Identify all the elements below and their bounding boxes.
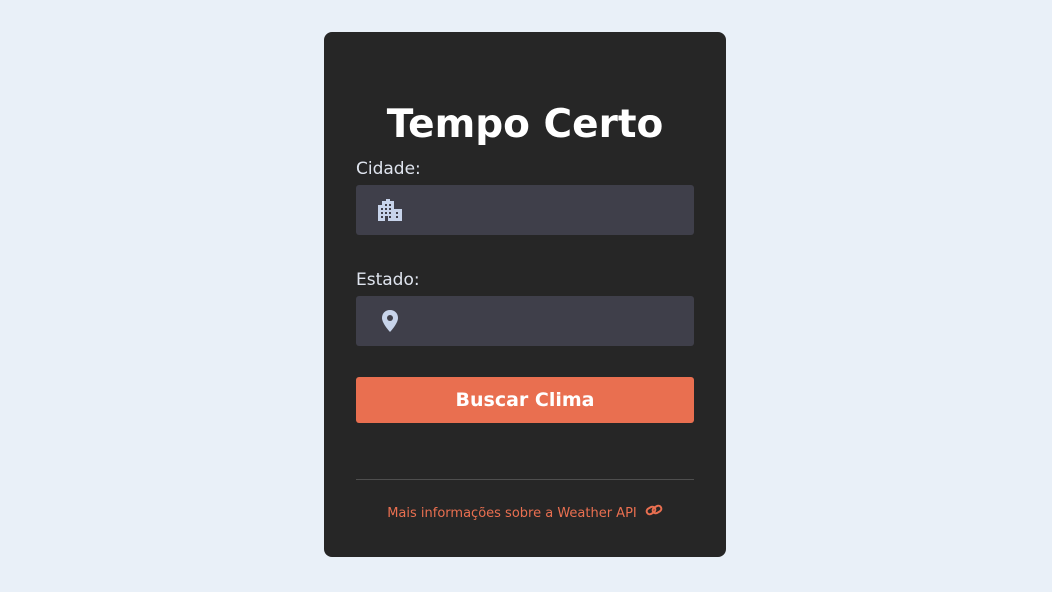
state-label: Estado: [356,270,420,290]
city-input[interactable] [404,185,694,235]
weather-api-link[interactable]: Mais informações sobre a Weather API [324,503,726,525]
city-field[interactable] [356,185,694,235]
state-field[interactable] [356,296,694,346]
link-chain-icon [645,503,663,525]
city-buildings-icon [376,196,404,224]
app-title: Tempo Certo [386,102,664,147]
divider [356,479,694,480]
state-input[interactable] [404,296,694,346]
city-label: Cidade: [356,159,421,179]
weather-card: Tempo Certo Cidade: Estado: Buscar Clima… [324,32,726,557]
search-weather-button[interactable]: Buscar Clima [356,377,694,423]
weather-api-link-text: Mais informações sobre a Weather API [387,506,637,521]
map-pin-icon [376,307,404,335]
